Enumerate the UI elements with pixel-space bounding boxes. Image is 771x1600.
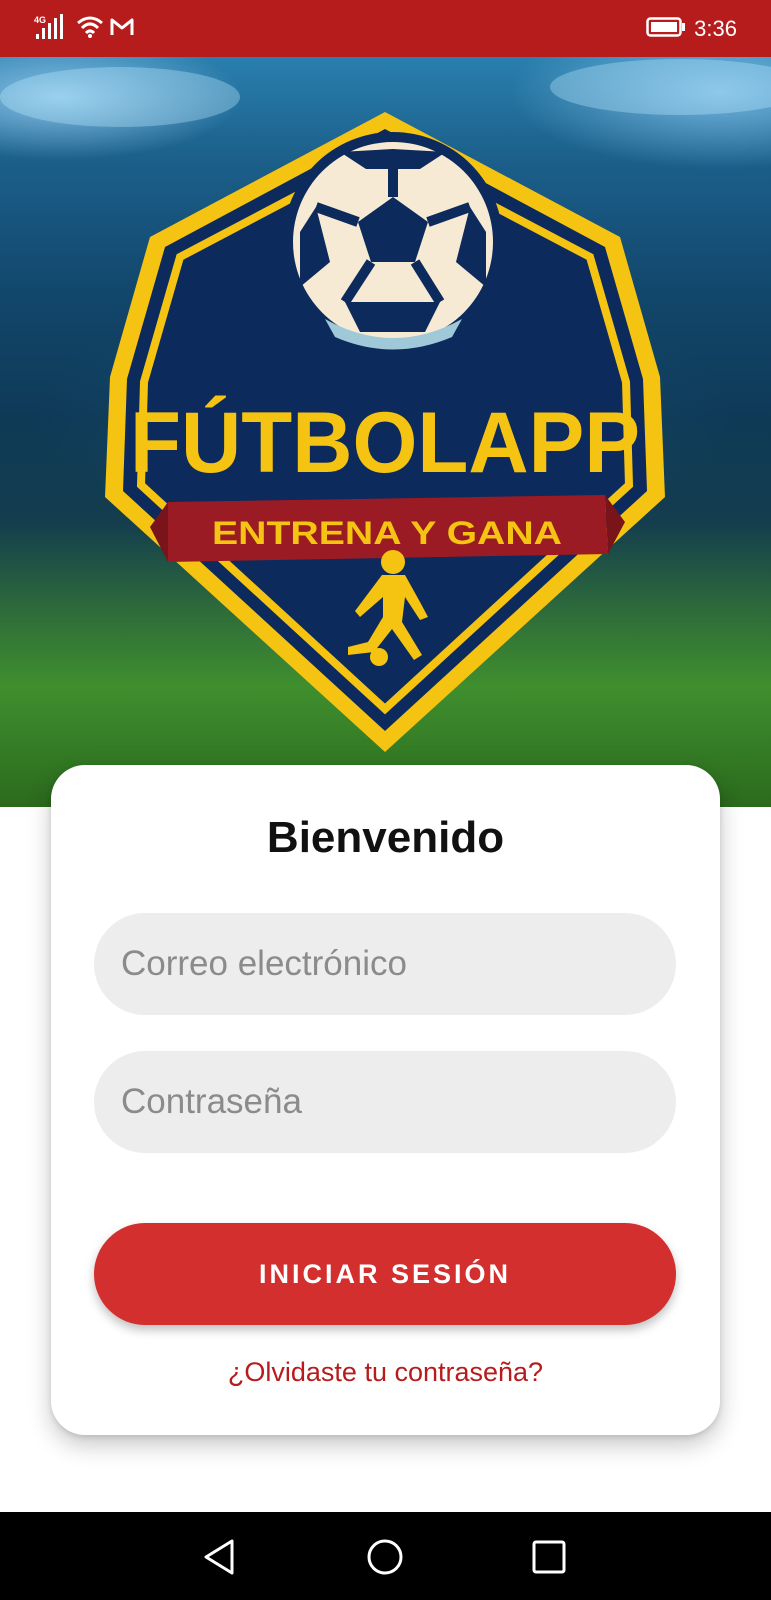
login-card: Bienvenido INICIAR SESIÓN ¿Olvidaste tu …	[51, 765, 720, 1435]
status-right-icons: 3:36	[646, 14, 737, 44]
circle-home-icon	[367, 1539, 403, 1575]
welcome-title: Bienvenido	[266, 813, 505, 862]
recents-button[interactable]	[524, 1532, 574, 1582]
gmail-icon	[110, 17, 134, 42]
home-button[interactable]	[360, 1532, 410, 1582]
password-input[interactable]	[94, 1051, 676, 1153]
login-button[interactable]: INICIAR SESIÓN	[94, 1223, 676, 1325]
brand-name: FÚTBOLAPP	[130, 395, 640, 491]
soccer-ball-icon	[283, 132, 503, 352]
battery-icon	[646, 16, 686, 43]
network-type-label: 4G	[34, 15, 47, 25]
back-button[interactable]	[195, 1532, 245, 1582]
wifi-icon	[76, 15, 104, 44]
navigation-bar	[0, 1512, 771, 1600]
triangle-back-icon	[204, 1539, 234, 1575]
hero-banner: FÚTBOLAPP ENTRENA Y GANA	[0, 57, 771, 807]
forgot-password-link[interactable]: ¿Olvidaste tu contraseña?	[51, 1357, 720, 1388]
square-recents-icon	[532, 1540, 566, 1574]
email-input[interactable]	[94, 913, 676, 1015]
clock-time: 3:36	[694, 16, 737, 41]
brand-tagline: ENTRENA Y GANA	[212, 515, 562, 551]
cellular-signal-icon: 4G	[34, 14, 70, 44]
fubolapp-logo: FÚTBOLAPP ENTRENA Y GANA	[0, 59, 771, 752]
status-left-icons: 4G	[34, 14, 134, 44]
status-bar: 4G 3:36	[0, 0, 771, 57]
